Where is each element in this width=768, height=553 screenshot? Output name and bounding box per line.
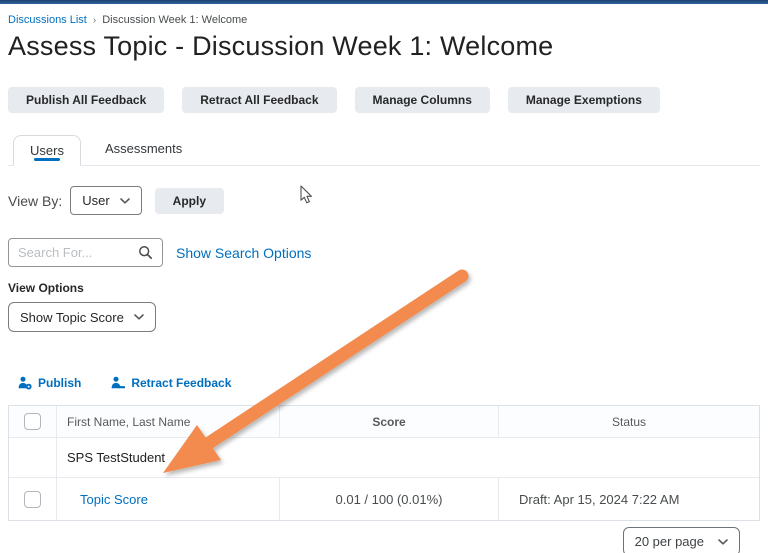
topic-score-cell: Topic Score — [56, 478, 279, 520]
manage-columns-button[interactable]: Manage Columns — [354, 87, 490, 113]
header-status: Status — [498, 406, 759, 437]
view-options-label: View Options — [8, 281, 84, 295]
breadcrumb: Discussions List › Discussion Week 1: We… — [8, 14, 760, 26]
row-checkbox[interactable] — [24, 490, 41, 508]
tab-users-label: Users — [30, 143, 64, 158]
show-search-options-link[interactable]: Show Search Options — [176, 245, 311, 261]
chevron-down-icon — [134, 314, 144, 320]
feedback-actions-row: Publish Retract Feedback — [8, 376, 760, 390]
breadcrumb-link-discussions-list[interactable]: Discussions List — [8, 14, 87, 26]
pager-row: 20 per page — [8, 527, 760, 553]
publish-link-label: Publish — [38, 376, 82, 390]
assess-topic-page: Discussions List › Discussion Week 1: We… — [0, 0, 768, 553]
tab-assessments[interactable]: Assessments — [81, 141, 182, 165]
topic-score-link[interactable]: Topic Score — [80, 492, 148, 507]
page-title: Assess Topic - Discussion Week 1: Welcom… — [8, 31, 554, 61]
search-row: Show Search Options — [8, 238, 760, 267]
table-header-row: First Name, Last Name Score Status — [9, 406, 759, 438]
header-score: Score — [279, 406, 498, 437]
table-row: Topic Score 0.01 / 100 (0.01%) Draft: Ap… — [9, 478, 759, 520]
select-all-checkbox[interactable] — [24, 413, 41, 430]
publish-all-feedback-button[interactable]: Publish All Feedback — [8, 87, 165, 113]
row-checkbox-cell — [9, 478, 56, 520]
view-options-selected-value: Show Topic Score — [20, 309, 124, 325]
retract-feedback-link-label: Retract Feedback — [131, 376, 232, 390]
retract-feedback-link[interactable]: Retract Feedback — [111, 376, 231, 390]
view-by-row: View By: User Apply — [8, 186, 760, 215]
tab-bar: Users Assessments — [8, 135, 760, 166]
tab-users[interactable]: Users — [13, 135, 81, 166]
per-page-selected-value: 20 per page — [634, 534, 704, 549]
breadcrumb-current: Discussion Week 1: Welcome — [102, 14, 248, 26]
group-student-name: SPS TestStudent — [56, 438, 759, 477]
group-checkbox-cell — [9, 438, 56, 477]
chevron-down-icon — [718, 538, 728, 545]
retract-person-icon — [111, 376, 126, 389]
status-value: Draft: Apr 15, 2024 7:22 AM — [498, 478, 759, 520]
view-options-select[interactable]: Show Topic Score — [8, 302, 156, 332]
active-tab-underline — [33, 158, 60, 161]
view-by-label: View By: — [8, 192, 63, 209]
table-group-row: SPS TestStudent — [9, 438, 759, 478]
view-by-select[interactable]: User — [70, 186, 142, 215]
per-page-select[interactable]: 20 per page — [622, 527, 740, 553]
header-name: First Name, Last Name — [56, 406, 279, 437]
search-input[interactable] — [18, 245, 138, 260]
apply-button[interactable]: Apply — [154, 187, 225, 214]
search-box — [8, 238, 163, 267]
score-value: 0.01 / 100 (0.01%) — [279, 478, 498, 520]
publish-person-icon — [18, 376, 32, 390]
retract-all-feedback-button[interactable]: Retract All Feedback — [182, 87, 337, 113]
users-table: First Name, Last Name Score Status SPS T… — [8, 405, 760, 521]
manage-exemptions-button[interactable]: Manage Exemptions — [507, 87, 660, 113]
chevron-down-icon — [119, 197, 130, 204]
tab-assessments-label: Assessments — [104, 141, 183, 156]
breadcrumb-separator-icon: › — [92, 14, 97, 26]
toolbar: Publish All Feedback Retract All Feedbac… — [8, 87, 760, 113]
search-icon[interactable] — [138, 245, 153, 260]
header-checkbox-cell — [9, 406, 56, 437]
publish-link[interactable]: Publish — [18, 376, 81, 390]
view-by-selected-value: User — [82, 193, 110, 208]
page-content: Discussions List › Discussion Week 1: We… — [0, 4, 768, 553]
